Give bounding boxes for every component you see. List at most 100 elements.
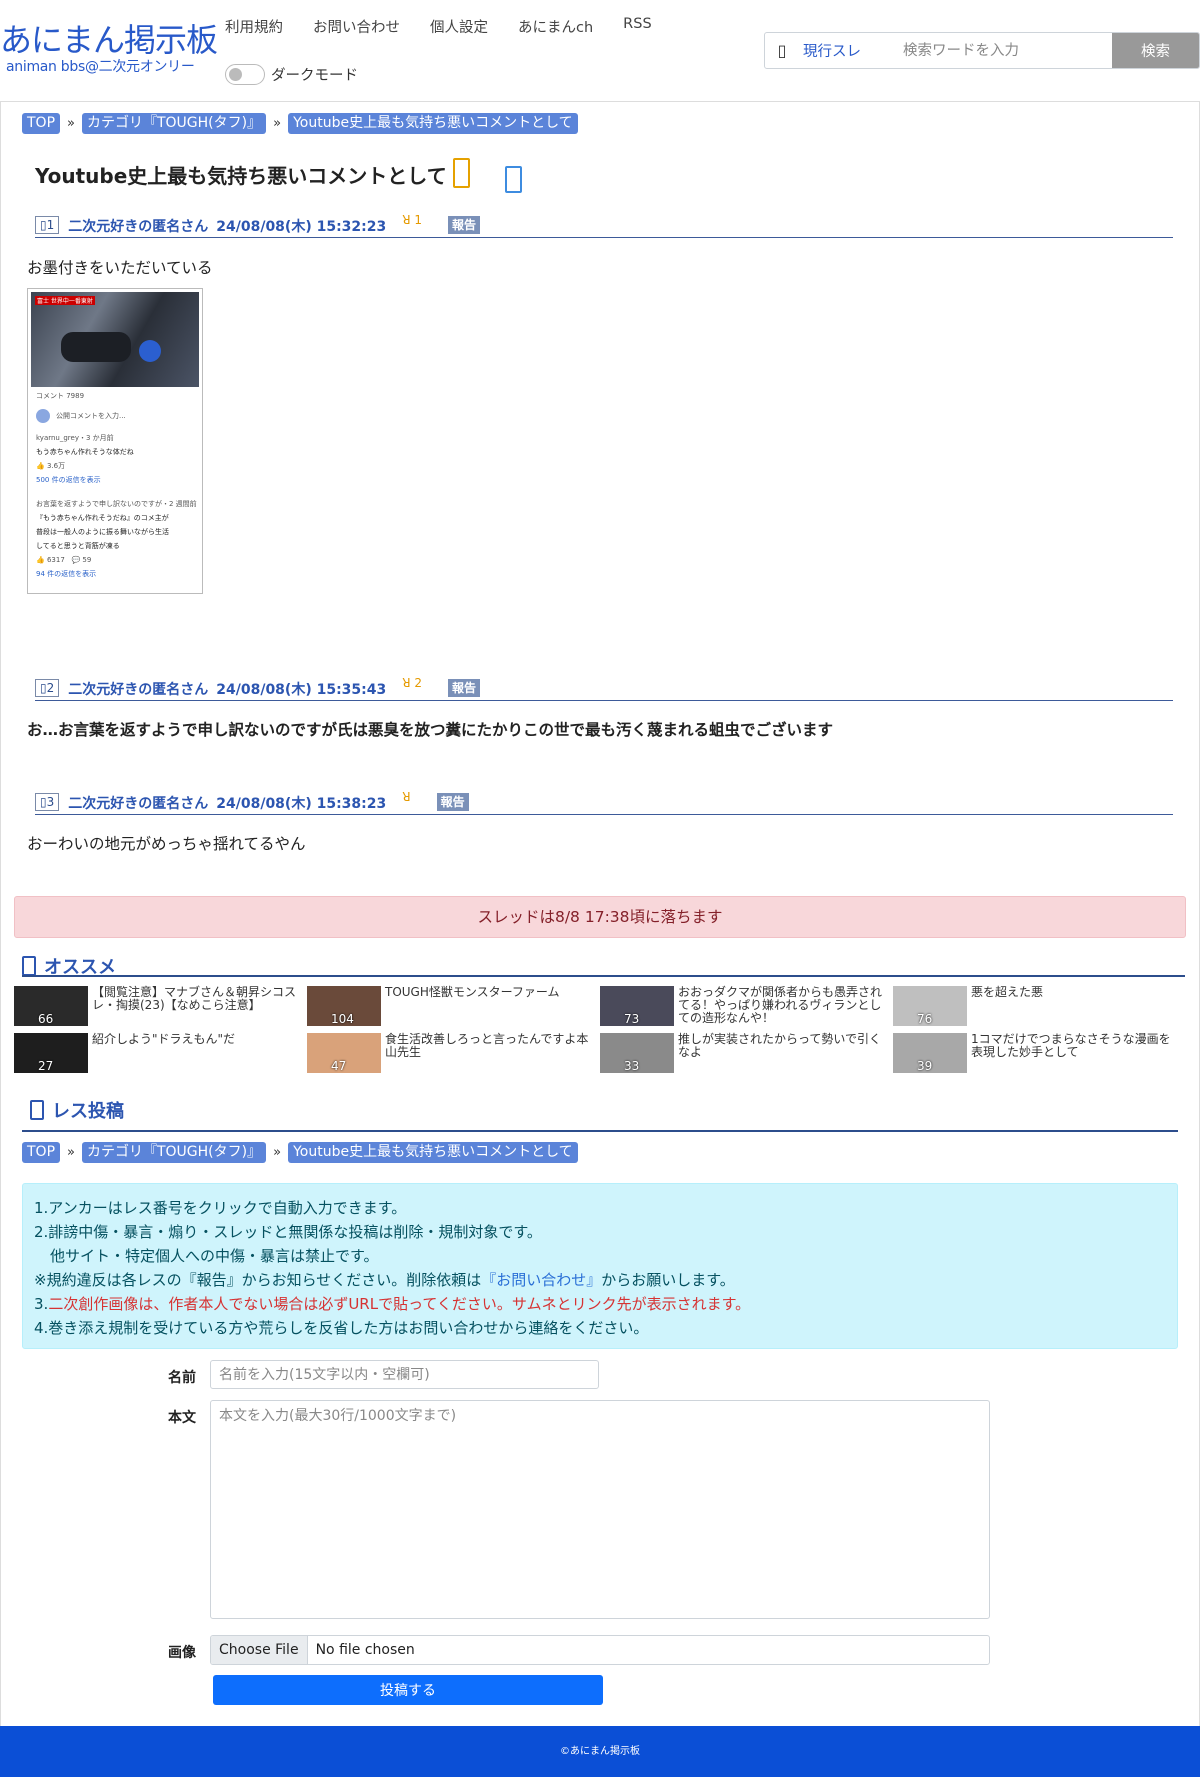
- image-label: 画像: [168, 1645, 196, 1661]
- recommend-thumbnail[interactable]: 73: [600, 986, 674, 1026]
- breadcrumb-bottom: TOP » カテゴリ『TOUGH(タフ)』 » Youtube史上最も気持ち悪い…: [22, 1142, 578, 1163]
- image-figure: [61, 332, 131, 362]
- top-nav: 利用規約 お問い合わせ 個人設定 あにまんch RSS: [225, 16, 682, 37]
- search-input[interactable]: [893, 33, 1112, 68]
- rule-line: ※規約違反は各レスの『報告』からお知らせください。削除依頼は『お問い合わせ』から…: [34, 1268, 1166, 1292]
- recommend-title[interactable]: 1コマだけでつまらなさそうな漫画を表現した妙手として: [971, 1033, 1177, 1059]
- rule-number: 3.: [34, 1295, 49, 1313]
- recommend-title[interactable]: 【閲覧注意】マナブさん＆朝昇シコスレ・掏摸(23)【なめこら注意】: [92, 986, 298, 1012]
- image-file-input[interactable]: Choose File No file chosen: [210, 1635, 990, 1665]
- image-c2-replies: 94 件の返信を表示: [36, 570, 97, 578]
- recommend-title[interactable]: 悪を超えた悪: [971, 986, 1177, 999]
- recommend-item[interactable]: 39 1コマだけでつまらなさそうな漫画を表現した妙手として: [893, 1033, 1186, 1080]
- search-scope-select[interactable]: 現行スレ: [803, 40, 893, 61]
- recommend-thumbnail[interactable]: 39: [893, 1033, 967, 1073]
- logo-title[interactable]: あにまん掲示板: [0, 22, 218, 58]
- nav-rss[interactable]: RSS: [623, 16, 651, 37]
- breadcrumb-top[interactable]: TOP: [22, 1142, 61, 1163]
- recommend-thumbnail[interactable]: 76: [893, 986, 967, 1026]
- image-video-frame: 富士 世界中一番東射: [31, 292, 199, 387]
- recommend-count: 73: [624, 1012, 640, 1026]
- recommend-title[interactable]: TOUGH怪獣モンスターファーム: [385, 986, 591, 999]
- recommend-item[interactable]: 47 食生活改善しろっと言ったんですよ本山先生: [307, 1033, 600, 1080]
- recommend-item[interactable]: 33 推しが実装されたからって勢いで引くなよ: [600, 1033, 893, 1080]
- recommend-title[interactable]: 紹介しよう"ドラえもん"だ: [92, 1033, 298, 1046]
- poster-name: 二次元好きの匿名さん: [68, 682, 209, 698]
- post-body: お…お言葉を返すようで申し訳ないのですが氏は悪臭を放つ糞にたかりこの世で最も汚く…: [27, 721, 834, 739]
- image-c1-text: もう赤ちゃん作れそうな体だね: [36, 448, 134, 456]
- reply-count[interactable]: ꓤ 2: [402, 676, 422, 690]
- post-body: お墨付きをいただいている: [27, 259, 213, 277]
- reply-count[interactable]: ꓤ 1: [402, 213, 422, 227]
- post-number-value[interactable]: 3: [47, 795, 55, 809]
- breadcrumb-category[interactable]: カテゴリ『TOUGH(タフ)』: [81, 113, 267, 134]
- contact-link[interactable]: 『お問い合わせ』: [481, 1271, 601, 1289]
- report-button[interactable]: 報告: [436, 793, 469, 811]
- post-number[interactable]: ▯2: [35, 679, 60, 697]
- post-number-value[interactable]: 1: [47, 218, 55, 232]
- recommend-count: 47: [331, 1059, 347, 1073]
- recommend-title[interactable]: おおっダクマが関係者からも愚弄されてる！やっぱり嫌われるヴィランとしての造形なん…: [678, 986, 884, 1025]
- body-textarea[interactable]: [210, 1400, 990, 1619]
- image-c2-text1: 『もう赤ちゃん作れそうだね』のコメ主が: [36, 514, 169, 522]
- breadcrumb-category[interactable]: カテゴリ『TOUGH(タフ)』: [81, 1142, 267, 1163]
- post-number[interactable]: ▯1: [35, 216, 60, 234]
- share-icon[interactable]: [505, 166, 522, 193]
- breadcrumb-separator: »: [67, 116, 75, 131]
- post-attached-image[interactable]: 富士 世界中一番東射 コメント 7989 公開コメントを入力... kyarnu…: [27, 288, 203, 594]
- image-comment-2: お言葉を返すようで申し訳ないのですが・2 週間前 『もう赤ちゃん作れそうだね』の…: [36, 497, 197, 581]
- breadcrumb-thread[interactable]: Youtube史上最も気持ち悪いコメントとして: [288, 113, 578, 134]
- recommend-item[interactable]: 27 紹介しよう"ドラえもん"だ: [14, 1033, 307, 1080]
- recommend-thumbnail[interactable]: 33: [600, 1033, 674, 1073]
- recommend-item[interactable]: 76 悪を超えた悪: [893, 986, 1186, 1033]
- image-comment-placeholder: 公開コメントを入力...: [56, 412, 126, 420]
- image-c2-text3: してると思うと背筋が凍る: [36, 542, 120, 550]
- recommend-count: 39: [917, 1059, 933, 1073]
- thread-expiry-notice: スレッドは8/8 17:38頃に落ちます: [14, 896, 1186, 938]
- image-comment-1: kyarnu_grey・3 か月前 もう赤ちゃん作れそうな体だね 👍 3.6万 …: [36, 431, 194, 487]
- site-header: あにまん掲示板 animan bbs@二次元オンリー 利用規約 お問い合わせ 個…: [0, 0, 1200, 100]
- recommend-count: 76: [917, 1012, 933, 1026]
- dark-mode-toggle[interactable]: ダークモード: [225, 64, 358, 85]
- reply-count[interactable]: ꓤ: [402, 790, 410, 804]
- nav-contact[interactable]: お問い合わせ: [313, 16, 400, 37]
- report-button[interactable]: 報告: [448, 679, 481, 697]
- recommend-item[interactable]: 66 【閲覧注意】マナブさん＆朝昇シコスレ・掏摸(23)【なめこら注意】: [14, 986, 307, 1033]
- nav-terms[interactable]: 利用規約: [225, 16, 283, 37]
- post-number[interactable]: ▯3: [35, 793, 60, 811]
- logo-subtitle[interactable]: animan bbs@二次元オンリー: [6, 56, 195, 76]
- recommend-count: 66: [38, 1012, 54, 1026]
- search-bar: ▯ 現行スレ 検索: [764, 32, 1200, 69]
- body-label: 本文: [168, 1410, 196, 1426]
- nav-animanch[interactable]: あにまんch: [518, 16, 593, 37]
- recommend-thumbnail[interactable]: 27: [14, 1033, 88, 1073]
- submit-button[interactable]: 投稿する: [213, 1675, 603, 1705]
- recommend-item[interactable]: 104 TOUGH怪獣モンスターファーム: [307, 986, 600, 1033]
- recommend-item[interactable]: 73 おおっダクマが関係者からも愚弄されてる！やっぱり嫌われるヴィランとしての造形…: [600, 986, 893, 1033]
- report-button[interactable]: 報告: [448, 216, 481, 234]
- rule-line: 3.二次創作画像は、作者本人でない場合は必ずURLで貼ってください。サムネとリン…: [34, 1292, 1166, 1316]
- recommend-title[interactable]: 推しが実装されたからって勢いで引くなよ: [678, 1033, 884, 1059]
- dark-mode-switch[interactable]: [225, 64, 265, 85]
- breadcrumb-top[interactable]: TOP: [22, 113, 61, 134]
- name-field[interactable]: [210, 1360, 599, 1389]
- recommend-thumbnail[interactable]: 66: [14, 986, 88, 1026]
- site-logo[interactable]: あにまん掲示板 animan bbs@二次元オンリー: [0, 22, 218, 75]
- post-date: 24/08/08(木) 15:35:43: [216, 682, 387, 698]
- avatar: [36, 409, 50, 423]
- recommend-title[interactable]: 食生活改善しろっと言ったんですよ本山先生: [385, 1033, 591, 1059]
- bookmark-icon[interactable]: [453, 158, 470, 188]
- breadcrumb-thread[interactable]: Youtube史上最も気持ち悪いコメントとして: [288, 1142, 578, 1163]
- recommend-thumbnail[interactable]: 47: [307, 1033, 381, 1073]
- post-number-value[interactable]: 2: [47, 681, 55, 695]
- image-comment-input-row: 公開コメントを入力...: [36, 409, 194, 423]
- reply-count-value[interactable]: 2: [414, 676, 422, 690]
- choose-file-button[interactable]: Choose File: [211, 1636, 308, 1664]
- nav-settings[interactable]: 個人設定: [430, 16, 488, 37]
- thread-icon: ▯: [777, 41, 787, 60]
- search-button[interactable]: 検索: [1112, 33, 1199, 68]
- divider: [22, 1130, 1178, 1132]
- recommend-thumbnail[interactable]: 104: [307, 986, 381, 1026]
- reply-count-value[interactable]: 1: [414, 213, 422, 227]
- post-date: 24/08/08(木) 15:38:23: [216, 796, 387, 812]
